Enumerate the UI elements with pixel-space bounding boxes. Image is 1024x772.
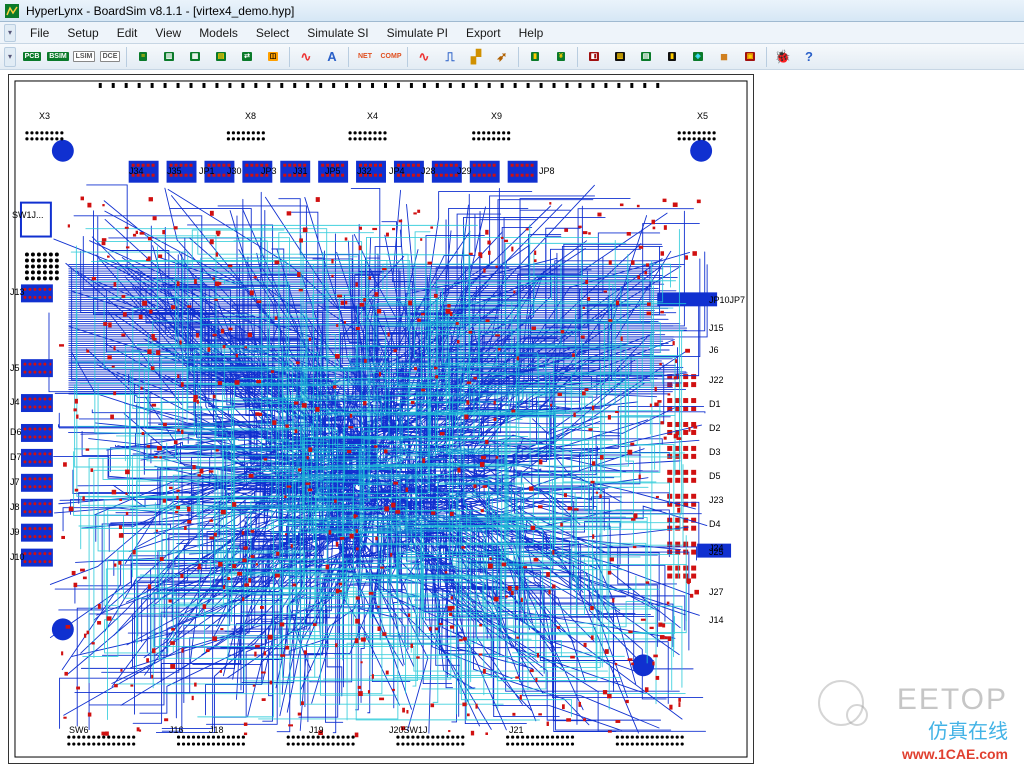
probe-icon[interactable]: ➶ (490, 46, 514, 68)
bars-green-icon[interactable]: ▮ (523, 46, 547, 68)
menu-edit[interactable]: Edit (109, 24, 146, 42)
bars2-icon[interactable]: ▮ (660, 46, 684, 68)
net-icon[interactable]: NET (353, 46, 377, 68)
bsim-icon[interactable]: BSIM (46, 46, 70, 68)
menubar-handle-icon[interactable] (4, 24, 16, 42)
level-icon[interactable]: ▤ (634, 46, 658, 68)
wave-icon[interactable]: ∿ (294, 46, 318, 68)
menu-file[interactable]: File (22, 24, 57, 42)
titlebar: HyperLynx - BoardSim v8.1.1 - [virtex4_d… (0, 0, 1024, 22)
switchbar-icon[interactable]: ▤ (209, 46, 233, 68)
toolbar: PCBBSIMLSIMDCE≡▥▦▤⇄◫∿ANETCOMP∿⎍▞➶▮¥◧▥▤▮◈… (0, 44, 1024, 70)
menubar: File Setup Edit View Models Select Simul… (0, 22, 1024, 44)
help-icon[interactable]: ? (797, 46, 821, 68)
lsim-icon[interactable]: LSIM (72, 46, 96, 68)
menu-export[interactable]: Export (458, 24, 509, 42)
pcb-canvas[interactable]: X3 X8 X4 X9 X5 SW1J... J34J35JP1J30JP3J3… (8, 74, 754, 764)
trident-icon[interactable]: ◫ (261, 46, 285, 68)
stack-icon[interactable]: ≡ (131, 46, 155, 68)
pcb-icon[interactable]: PCB (20, 46, 44, 68)
watermark-brand: EETOP (897, 683, 1008, 717)
menu-setup[interactable]: Setup (59, 24, 106, 42)
rise-icon[interactable]: ▞ (464, 46, 488, 68)
window-title: HyperLynx - BoardSim v8.1.1 - [virtex4_d… (26, 4, 294, 18)
yen-icon[interactable]: ¥ (549, 46, 573, 68)
board-green-icon[interactable]: ▥ (157, 46, 181, 68)
watermarks: EETOP 仿真在线 www.1CAE.com (897, 683, 1008, 762)
menu-view[interactable]: View (147, 24, 189, 42)
menu-simulate-pi[interactable]: Simulate PI (379, 24, 456, 42)
watermark-cn: 仿真在线 (897, 715, 1008, 744)
menu-help[interactable]: Help (511, 24, 552, 42)
comp-icon[interactable]: COMP (379, 46, 403, 68)
roi-red-icon[interactable]: ◧ (582, 46, 606, 68)
grid-green-icon[interactable]: ▦ (183, 46, 207, 68)
link-icon[interactable]: ⇄ (235, 46, 259, 68)
watermark-url: www.1CAE.com (897, 746, 1008, 762)
ladybug-icon[interactable]: 🐞 (771, 46, 795, 68)
menu-select[interactable]: Select (248, 24, 297, 42)
histogram-icon[interactable]: ▥ (608, 46, 632, 68)
watermark-bubble-icon (818, 680, 864, 726)
orange-square-icon[interactable]: ■ (712, 46, 736, 68)
eye-icon[interactable]: ◈ (686, 46, 710, 68)
dce-icon[interactable]: DCE (98, 46, 122, 68)
menu-models[interactable]: Models (191, 24, 246, 42)
stub-icon[interactable]: ∿ (412, 46, 436, 68)
amp-icon[interactable]: A (320, 46, 344, 68)
menu-simulate-si[interactable]: Simulate SI (299, 24, 376, 42)
toolbar-handle-icon[interactable] (4, 47, 16, 67)
scope-icon[interactable]: ▣ (738, 46, 762, 68)
app-icon (4, 3, 20, 19)
pulse-icon[interactable]: ⎍ (438, 46, 462, 68)
